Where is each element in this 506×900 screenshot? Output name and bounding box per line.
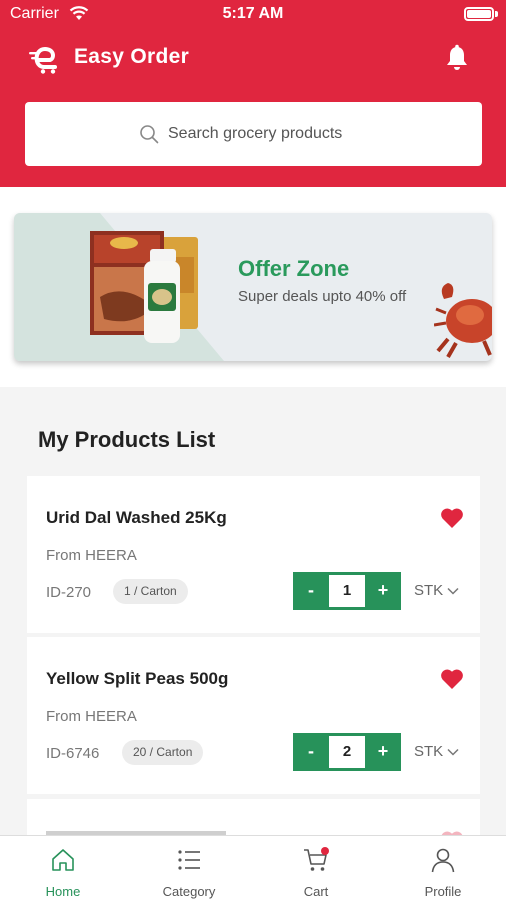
product-supplier: From HEERA — [46, 547, 137, 564]
clock: 5:17 AM — [222, 5, 284, 22]
increment-button[interactable]: + — [365, 733, 401, 771]
product-name: Urid Dal Washed 25Kg — [46, 508, 227, 527]
list-title: My Products List — [38, 427, 216, 452]
tab-label: Category — [162, 884, 216, 899]
product-card[interactable]: Urid Dal Washed 25Kg From HEERA ID-270 1… — [27, 476, 480, 633]
quantity-value[interactable]: 2 — [329, 736, 365, 768]
crab-image — [434, 283, 492, 358]
quantity-stepper: - 2 + — [293, 733, 401, 771]
quantity-stepper: - 1 + — [293, 572, 401, 610]
search-bar[interactable] — [25, 102, 482, 166]
banner-section: Offer Zone Super deals upto 40% off — [0, 187, 506, 387]
bell-icon[interactable] — [444, 44, 470, 72]
app-header: Carrier 5:17 AM Easy Order — [0, 0, 506, 187]
battery-icon — [464, 7, 494, 21]
brand: Easy Order — [28, 40, 189, 74]
heart-icon[interactable] — [440, 507, 464, 529]
decrement-button[interactable]: - — [293, 733, 329, 771]
tab-profile[interactable]: Profile — [380, 836, 506, 900]
list-icon — [178, 850, 200, 870]
unit-value: STK — [414, 743, 444, 760]
app-title: Easy Order — [74, 45, 190, 68]
offer-banner[interactable]: Offer Zone Super deals upto 40% off — [14, 213, 492, 361]
battery-tip — [495, 11, 498, 17]
pack-size-badge: 1 / Carton — [113, 579, 188, 604]
product-id: ID-270 — [46, 584, 92, 601]
heart-icon[interactable] — [440, 668, 464, 690]
search-input[interactable] — [168, 125, 368, 143]
chevron-down-icon — [447, 748, 459, 756]
product-card[interactable]: Yellow Split Peas 500g From HEERA ID-674… — [27, 637, 480, 794]
product-id: ID-6746 — [46, 745, 100, 762]
product-list-section: My Products List Urid Dal Washed 25Kg Fr… — [0, 387, 506, 837]
tab-label: Cart — [303, 884, 329, 899]
user-icon — [431, 848, 455, 873]
offer-title: Offer Zone — [238, 256, 350, 281]
unit-dropdown[interactable]: STK — [414, 743, 459, 760]
grocery-products-image — [90, 231, 198, 343]
tab-label: Profile — [424, 884, 462, 899]
tab-category[interactable]: Category — [126, 836, 252, 900]
product-card-partial[interactable] — [27, 799, 480, 837]
cart-icon — [304, 847, 329, 871]
bottom-tab-bar: Home Category Cart Profile — [0, 835, 506, 900]
tab-home[interactable]: Home — [0, 836, 126, 900]
search-icon — [140, 125, 159, 144]
decrement-button[interactable]: - — [293, 572, 329, 610]
home-icon — [52, 849, 74, 871]
quantity-value[interactable]: 1 — [329, 575, 365, 607]
product-supplier: From HEERA — [46, 708, 137, 725]
product-name: Yellow Split Peas 500g — [46, 669, 229, 688]
tab-cart[interactable]: Cart — [253, 836, 379, 900]
unit-value: STK — [414, 582, 444, 599]
increment-button[interactable]: + — [365, 572, 401, 610]
tab-label: Home — [45, 884, 81, 899]
pack-size-badge: 20 / Carton — [122, 740, 204, 765]
status-bar: Carrier 5:17 AM — [0, 0, 506, 30]
unit-dropdown[interactable]: STK — [414, 582, 459, 599]
chevron-down-icon — [447, 587, 459, 595]
offer-subtitle: Super deals upto 40% off — [238, 288, 407, 305]
easy-order-logo-icon — [29, 46, 57, 74]
